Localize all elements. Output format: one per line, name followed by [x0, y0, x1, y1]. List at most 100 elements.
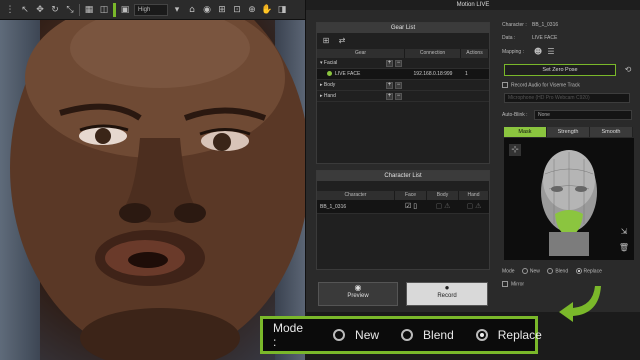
remove-icon[interactable]: −: [395, 93, 402, 100]
view-icon[interactable]: ◨: [276, 4, 288, 16]
face-mask-model: [541, 150, 597, 256]
character-row[interactable]: BB_1_0316 ☑ ▯ ▢ ⚠ ▢ ⚠: [317, 200, 489, 214]
quality-select[interactable]: High: [134, 3, 168, 16]
gear-list-header: Gear Connection Actions: [317, 49, 489, 58]
mask-editor[interactable]: ⊹ ⇲ 🗑: [504, 138, 634, 260]
tab-mask[interactable]: Mask: [504, 127, 547, 137]
reset-icon[interactable]: ⟲: [622, 64, 634, 76]
mode-new-radio[interactable]: [333, 329, 346, 341]
gear-list-section: Gear List ⊞ ⇄ Gear Connection Actions ▾ …: [316, 22, 490, 164]
display-icon[interactable]: ▾: [171, 4, 183, 16]
gear-row-hand[interactable]: ▸ Hand + −: [317, 91, 489, 102]
render-icon[interactable]: ▣: [119, 4, 131, 16]
set-zero-pose-button[interactable]: Set Zero Pose: [504, 64, 616, 76]
tab-strength[interactable]: Strength: [547, 127, 590, 137]
col-connection: Connection: [405, 49, 461, 58]
mirror-row: Mirror: [502, 281, 524, 287]
export-icon[interactable]: ⇲: [618, 226, 630, 238]
gear-name: Facial: [323, 60, 338, 66]
gear-row-live-face[interactable]: LIVE FACE 192.168.0.18:999 1: [317, 69, 489, 80]
add-icon[interactable]: +: [386, 93, 393, 100]
gear-name: LIVE FACE: [335, 71, 361, 77]
character-list-section: Character List Character Face Body Hand …: [316, 170, 490, 270]
gear-connection: 192.168.0.18:999: [413, 71, 453, 77]
mode-replace-radio-small[interactable]: [575, 268, 582, 274]
mode-blend-radio[interactable]: [401, 329, 414, 341]
panel-title: Motion LIVE: [306, 0, 640, 10]
body-device-icon[interactable]: ▢: [436, 203, 443, 210]
rotate-icon[interactable]: ↻: [49, 4, 61, 16]
mask-tabs: Mask Strength Smooth: [504, 127, 633, 137]
col-character: Character: [317, 191, 395, 200]
remove-icon[interactable]: −: [395, 60, 402, 67]
record-button[interactable]: ● Record: [406, 282, 488, 306]
connect-icon[interactable]: ⇄: [336, 35, 348, 47]
phone-icon: ▯: [413, 203, 418, 210]
mode-option-replace[interactable]: Replace: [475, 328, 542, 342]
add-gear-icon[interactable]: ⊞: [320, 35, 332, 47]
character-list-title: Character List: [317, 171, 489, 181]
snap-icon[interactable]: ◫: [98, 4, 110, 16]
gear-row-facial[interactable]: ▾ Facial + −: [317, 58, 489, 69]
connected-status-icon: [327, 71, 332, 77]
add-icon[interactable]: +: [386, 82, 393, 89]
warning-icon: ⚠: [475, 203, 482, 210]
col-body: Body: [427, 191, 459, 200]
gear-row-body[interactable]: ▸ Body + −: [317, 80, 489, 91]
fit-icon[interactable]: ⊞: [216, 4, 228, 16]
mapping-person-icon[interactable]: ☻: [532, 46, 544, 58]
tab-smooth[interactable]: Smooth: [590, 127, 633, 137]
mapping-list-icon[interactable]: ☰: [545, 46, 557, 58]
zoom-icon[interactable]: ⊕: [246, 4, 258, 16]
character-name: BB_1_0316: [320, 204, 347, 210]
move-icon[interactable]: ✥: [34, 4, 46, 16]
mode-option-blend[interactable]: Blend: [401, 328, 454, 342]
scale-icon[interactable]: ⤡: [64, 4, 76, 16]
col-actions: Actions: [461, 49, 489, 58]
character-value: BB_1_0316: [532, 22, 559, 28]
col-gear: Gear: [317, 49, 405, 58]
record-audio-label: Record Audio for Viseme Track: [511, 82, 580, 89]
record-dot-icon: ●: [444, 283, 450, 292]
preview-label: Preview: [347, 293, 369, 299]
frame-icon[interactable]: ⊡: [231, 4, 243, 16]
mode-new-label: New: [355, 328, 380, 342]
face-device-icon[interactable]: ☑: [405, 203, 411, 210]
character-list-header: Character Face Body Hand: [317, 191, 489, 200]
mode-blend-radio-small[interactable]: [547, 268, 554, 274]
camera-icon[interactable]: ◉: [201, 4, 213, 16]
mirror-label: Mirror: [511, 281, 525, 288]
pan-icon[interactable]: ✋: [261, 4, 273, 16]
warning-icon: ⚠: [444, 203, 451, 210]
viewport-3d[interactable]: [0, 0, 305, 360]
col-face: Face: [395, 191, 427, 200]
microphone-select[interactable]: Microphone (HD Pro Webcam C920): [504, 93, 630, 103]
eye-icon: ◉: [354, 283, 362, 292]
gear-name: Body: [323, 82, 336, 88]
auto-blink-label: Auto-Blink :: [502, 112, 528, 118]
toolbar-divider: [79, 3, 80, 16]
mirror-checkbox[interactable]: [502, 281, 508, 287]
add-icon[interactable]: +: [386, 60, 393, 67]
data-value: LIVE FACE: [532, 35, 558, 41]
remove-icon[interactable]: −: [395, 82, 402, 89]
hand-device-icon[interactable]: ▢: [467, 203, 474, 210]
trash-icon[interactable]: 🗑: [618, 242, 630, 254]
select-arrow-icon[interactable]: ↖: [19, 4, 31, 16]
auto-blink-select[interactable]: None: [534, 110, 632, 120]
motion-live-panel: Motion LIVE Gear List ⊞ ⇄ Gear Connectio…: [305, 0, 640, 312]
top-toolbar: ⋮ ↖ ✥ ↻ ⤡ ▦ ◫ ▣ High ▾ ⌂ ◉ ⊞ ⊡ ⊕ ✋ ◨: [0, 0, 305, 20]
mode-label-small: Mode: [502, 268, 515, 275]
record-audio-checkbox[interactable]: [502, 82, 508, 88]
mode-replace-radio[interactable]: [475, 329, 488, 341]
home-icon[interactable]: ⌂: [186, 4, 198, 16]
mode-option-new[interactable]: New: [333, 328, 379, 342]
preview-button[interactable]: ◉ Preview: [318, 282, 398, 306]
mode-replace-label-small: Replace: [583, 268, 602, 275]
mode-row-small: Mode New Blend Replace: [502, 268, 602, 274]
col-hand: Hand: [459, 191, 489, 200]
mode-new-radio-small[interactable]: [521, 268, 528, 274]
focus-icon[interactable]: ⊹: [509, 144, 521, 156]
grid-icon[interactable]: ▦: [83, 4, 95, 16]
mode-blend-label: Blend: [423, 328, 454, 342]
